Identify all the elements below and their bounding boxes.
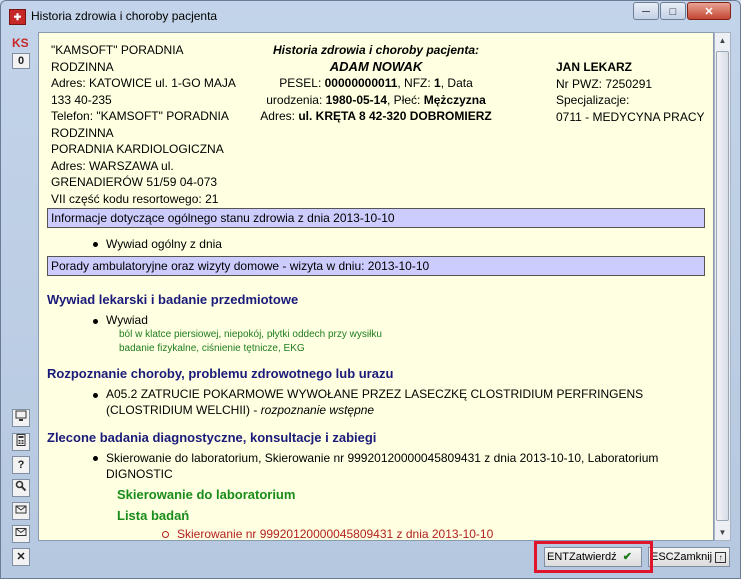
title-bar[interactable]: ✚ Historia zdrowia i choroby pacjenta ─ … xyxy=(1,1,740,31)
interview-note: badanie fizykalne, ciśnienie tętnicze, E… xyxy=(119,343,305,354)
close-key: ESC xyxy=(651,551,674,563)
mail-open-icon[interactable] xyxy=(12,502,30,520)
left-toolbar: KS 0 ? ✕ xyxy=(9,32,35,572)
scroll-down-icon[interactable]: ▼ xyxy=(715,525,730,540)
patient-name: ADAM NOWAK xyxy=(329,58,423,74)
address-label: Adres: xyxy=(260,109,295,123)
clinic-line: GRENADIERÓW 51/59 04-073 xyxy=(51,175,218,189)
app-icon: ✚ xyxy=(9,9,26,25)
diagnosis-line: A05.2 ZATRUCIE POKARMOWE WYWOŁANE PRZEZ … xyxy=(106,387,644,401)
circle-bullet xyxy=(162,531,169,538)
orders-line: Skierowanie do laboratorium, Skierowanie… xyxy=(106,451,659,465)
interview-item: Wywiad xyxy=(106,313,148,327)
exit-icon: ↑ xyxy=(715,551,727,563)
bullet xyxy=(93,242,98,247)
doctor-pwz: Nr PWZ: 7250291 xyxy=(556,76,653,91)
tests-list-title: Lista badań xyxy=(117,508,190,523)
sex-value: Mężczyzna xyxy=(423,92,486,107)
scrollbar-thumb[interactable] xyxy=(716,51,729,521)
counter-badge[interactable]: 0 xyxy=(12,53,30,69)
help-icon[interactable]: ? xyxy=(12,456,30,474)
dob-label-2: urodzenia: xyxy=(266,92,323,107)
calculator-icon[interactable] xyxy=(12,433,30,451)
scroll-up-icon[interactable]: ▲ xyxy=(715,33,730,48)
close-icon[interactable]: ✕ xyxy=(12,548,30,566)
lab-referral-title: Skierowanie do laboratorium xyxy=(117,487,296,502)
doctor-info: JAN LEKARZ Nr PWZ: 7250291 Specjalizacje… xyxy=(556,59,705,125)
visit-header: Porady ambulatoryjne oraz wizyty domowe … xyxy=(47,256,705,276)
doctor-spec-label: Specjalizacje: xyxy=(556,93,630,107)
clinic-line: 133 40-235 xyxy=(51,92,112,107)
nfz-value: 1 xyxy=(434,76,441,90)
clinic-line: Telefon: "KAMSOFT" PORADNIA xyxy=(51,109,229,123)
sex-label: , Płeć: xyxy=(387,92,421,107)
close-button[interactable]: ESCZamknij ↑ xyxy=(648,547,730,567)
bullet xyxy=(93,393,98,398)
bullet xyxy=(93,319,98,324)
pesel-value: 00000000011 xyxy=(324,76,398,90)
close-window-button[interactable]: ✕ xyxy=(687,2,731,20)
clinic-line: VII część kodu resortowego: 21 xyxy=(51,191,219,206)
close-label: Zamknij xyxy=(673,551,713,563)
interview-section-title: Wywiad lekarski i badanie przedmiotowe xyxy=(47,292,299,307)
report-panel: "KAMSOFT" PORADNIA RODZINNA Adres: KATOW… xyxy=(38,32,714,541)
referral-list-item[interactable]: Skierowanie nr 99920120000045809431 z dn… xyxy=(177,527,493,540)
clinic-line: "KAMSOFT" PORADNIA xyxy=(51,43,184,57)
clinic-line: Adres: KATOWICE ul. 1-GO MAJA xyxy=(51,76,236,90)
window-title: Historia zdrowia i choroby pacjenta xyxy=(31,9,218,23)
patient-info: Historia zdrowia i choroby pacjenta: ADA… xyxy=(246,42,506,125)
nfz-label: , NFZ: xyxy=(397,76,431,90)
diagnosis-section-title: Rozpoznanie choroby, problemu zdrowotneg… xyxy=(47,366,394,381)
clinic-line: Adres: WARSZAWA ul. xyxy=(51,158,174,173)
clinic-line: PORADNIA KARDIOLOGICZNA xyxy=(51,142,224,156)
address-value: ul. KRĘTA 8 42-320 DOBROMIERZ xyxy=(298,109,492,123)
bullet xyxy=(93,456,98,461)
general-info-header: Informacje dotyczące ogólnego stanu zdro… xyxy=(47,208,705,228)
general-interview-item: Wywiad ogólny z dnia xyxy=(106,237,222,251)
clinic-info: "KAMSOFT" PORADNIA RODZINNA Adres: KATOW… xyxy=(51,42,236,207)
mail-icon[interactable] xyxy=(12,525,30,543)
dialog-window: ✚ Historia zdrowia i choroby pacjenta ─ … xyxy=(0,0,741,579)
monitor-icon[interactable] xyxy=(12,409,30,427)
doctor-spec: 0711 - MEDYCYNA PRACY xyxy=(556,109,705,124)
diagnosis-qualifier: rozpoznanie wstępne xyxy=(260,403,375,417)
orders-line: DIGNOSTIC xyxy=(106,467,173,481)
patient-heading: Historia zdrowia i choroby pacjenta: xyxy=(272,43,480,57)
orders-section-title: Zlecone badania diagnostyczne, konsultac… xyxy=(47,430,377,445)
dob-value: 1980-05-14 xyxy=(325,92,388,107)
clinic-line: RODZINNA xyxy=(51,59,114,74)
diagnosis-line-2: (CLOSTRIDIUM WELCHII) - rozpoznanie wstę… xyxy=(106,403,374,417)
interview-note: ból w klatce piersiowej, niepokój, płytk… xyxy=(119,329,382,340)
clinic-line: RODZINNA xyxy=(51,125,114,140)
highlight-frame xyxy=(534,541,653,573)
search-icon[interactable] xyxy=(12,479,30,497)
dob-label: , Data xyxy=(440,76,473,90)
minimize-button[interactable]: ─ xyxy=(633,2,659,20)
doctor-name: JAN LEKARZ xyxy=(556,60,633,74)
diagnosis-code-cont: (CLOSTRIDIUM WELCHII) - xyxy=(106,403,258,417)
maximize-button[interactable]: □ xyxy=(660,2,686,20)
vertical-scrollbar[interactable]: ▲ ▼ xyxy=(714,32,731,541)
pesel-label: PESEL: xyxy=(279,76,322,90)
ks-logo-icon: KS xyxy=(12,36,29,50)
